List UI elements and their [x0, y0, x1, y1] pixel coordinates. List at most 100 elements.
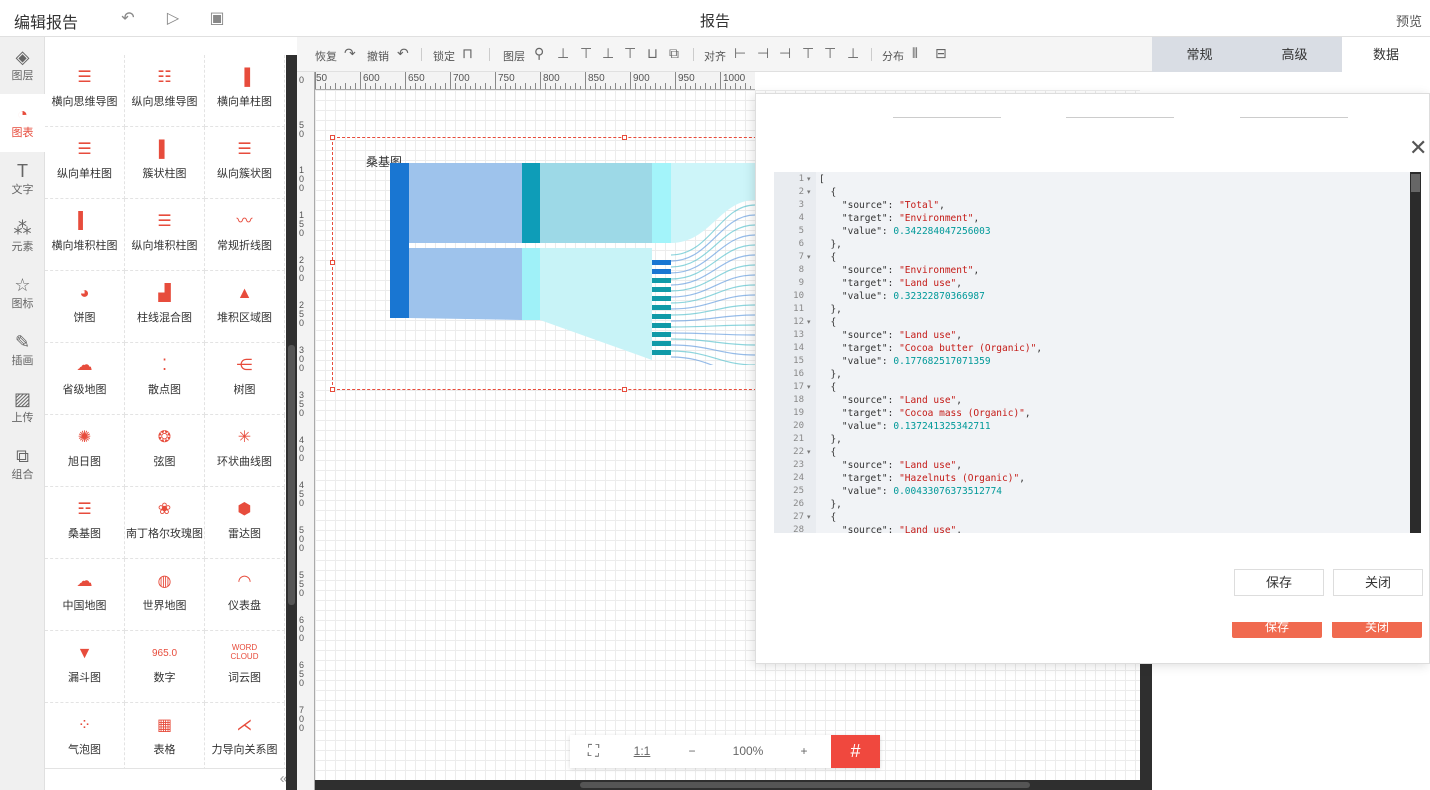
palette-item[interactable]: ▼ 漏斗图	[45, 631, 125, 703]
nav-chart-pie[interactable]: ◔ 图表	[0, 94, 45, 152]
palette-item[interactable]: ⋌ 力导向关系图	[205, 703, 285, 775]
palette-item[interactable]: ⁚ 散点图	[125, 343, 205, 415]
editor-scroll-thumb[interactable]	[1411, 174, 1420, 192]
copy-icon[interactable]: ⧉	[669, 45, 679, 62]
undo-button[interactable]: 撤销	[367, 48, 389, 64]
resize-handle[interactable]	[622, 135, 627, 140]
line-number: 24	[793, 473, 804, 483]
palette-item[interactable]: 965.0 数字	[125, 631, 205, 703]
zoom-out-button[interactable]: −	[667, 735, 717, 768]
palette-item[interactable]: ☲ 桑基图	[45, 487, 125, 559]
palette-item[interactable]: ▍ 横向堆积柱图	[45, 199, 125, 271]
nav-text[interactable]: T 文字	[0, 151, 45, 209]
palette-item[interactable]: ❀ 南丁格尔玫瑰图	[125, 487, 205, 559]
palette-item[interactable]: ✳ 环状曲线图	[205, 415, 285, 487]
palette-item[interactable]: ☰ 纵向单柱图	[45, 127, 125, 199]
resize-handle[interactable]	[330, 135, 335, 140]
palette-scroll-thumb[interactable]	[288, 345, 295, 605]
palette-item[interactable]: ◍ 世界地图	[125, 559, 205, 631]
nav-elements[interactable]: ⁂ 元素	[0, 208, 45, 266]
palette-item[interactable]: 〰常规折线图	[205, 199, 285, 271]
undo-arrow-icon[interactable]: ↶	[397, 45, 409, 62]
distribute-h-icon[interactable]: ⫴	[912, 45, 918, 62]
canvas-scroll-thumb[interactable]	[580, 782, 1030, 788]
close-button-behind[interactable]: 关闭	[1332, 622, 1422, 638]
resize-handle[interactable]	[330, 387, 335, 392]
nav-palette[interactable]: ✎ 插画	[0, 322, 45, 380]
save-button-behind[interactable]: 保存	[1232, 622, 1322, 638]
align-middle-icon[interactable]: ⊤	[824, 45, 836, 62]
fold-icon[interactable]: ▾	[807, 186, 811, 199]
tab-general[interactable]: 常规	[1152, 37, 1247, 72]
layer-group-icon[interactable]: ⚲	[534, 45, 544, 62]
align-top-icon[interactable]: ⊤	[802, 45, 814, 62]
tab-data[interactable]: 数据	[1342, 37, 1430, 72]
china-map-icon: ☁	[76, 573, 93, 590]
grid-icon[interactable]: #	[831, 735, 880, 768]
palette-item[interactable]: ✺ 旭日图	[45, 415, 125, 487]
palette-item[interactable]: ◕ 饼图	[45, 271, 125, 343]
editor-scrollbar[interactable]	[1410, 172, 1421, 533]
palette-item[interactable]: ◠ 仪表盘	[205, 559, 285, 631]
align-bottom-icon[interactable]: ⊥	[847, 45, 859, 62]
lock-button[interactable]: 锁定	[433, 48, 455, 64]
save-button[interactable]: 保存	[1234, 569, 1324, 596]
fold-icon[interactable]: ▾	[807, 446, 811, 459]
resize-handle[interactable]	[330, 260, 335, 265]
tab-advanced[interactable]: 高级	[1247, 37, 1342, 72]
palette-item[interactable]: ▟ 柱线混合图	[125, 271, 205, 343]
palette-item[interactable]: ☰ 纵向簇状图	[205, 127, 285, 199]
fold-icon[interactable]: ▾	[807, 173, 811, 186]
close-button[interactable]: 关闭	[1333, 569, 1423, 596]
palette-item[interactable]: ⋲ 树图	[205, 343, 285, 415]
json-editor[interactable]: 1 ▾ 2 ▾ 3 4 5 6 7 ▾ 8 9 10 11 12 ▾ 13 14 15 16 17 ▾ 18 19 20 21 22…	[774, 172, 1421, 533]
palette-item[interactable]: ⬢ 雷达图	[205, 487, 285, 559]
zoom-in-button[interactable]: +	[779, 735, 829, 768]
palette-item[interactable]: ☰ 横向思维导图	[45, 55, 125, 127]
play-icon[interactable]: ▷	[163, 9, 183, 29]
bring-front-icon[interactable]: ⊥	[557, 45, 569, 62]
palette-item[interactable]: ▐ 横向单柱图	[205, 55, 285, 127]
palette-item[interactable]: ☁ 中国地图	[45, 559, 125, 631]
fold-icon[interactable]: ▾	[807, 381, 811, 394]
palette-item[interactable]: ▦ 表格	[125, 703, 205, 775]
palette-item[interactable]: ❂ 弦图	[125, 415, 205, 487]
fold-icon[interactable]: ▾	[807, 251, 811, 264]
undo-icon[interactable]: ↶	[118, 9, 138, 29]
palette-item[interactable]: ☰ 纵向堆积柱图	[125, 199, 205, 271]
palette-item[interactable]: ▲ 堆积区域图	[205, 271, 285, 343]
resize-handle[interactable]	[622, 387, 627, 392]
align-center-h-icon[interactable]: ⊣	[757, 45, 769, 62]
sankey-link	[670, 324, 755, 328]
canvas-scrollbar[interactable]	[315, 780, 1152, 790]
palette-item[interactable]: ☁ 省级地图	[45, 343, 125, 415]
palette-item[interactable]: WORD CLOUD 词云图	[205, 631, 285, 703]
palette-item[interactable]: ▌ 簇状柱图	[125, 127, 205, 199]
palette-item[interactable]: ☷ 纵向思维导图	[125, 55, 205, 127]
close-icon[interactable]: ✕	[1409, 137, 1427, 159]
preview-button[interactable]: 预览	[1396, 11, 1422, 30]
nav-image-upload[interactable]: ▨ 上传	[0, 379, 45, 437]
fit-screen-icon[interactable]: ⛶	[570, 735, 617, 768]
fold-icon[interactable]: ▾	[807, 511, 811, 524]
nav-group[interactable]: ⧉ 组合	[0, 436, 45, 494]
code-token: },	[819, 239, 842, 250]
send-back-icon[interactable]: ⊤	[624, 45, 636, 62]
delete-icon[interactable]: ⊔	[647, 45, 658, 62]
align-right-icon[interactable]: ⊣	[779, 45, 791, 62]
palette-item[interactable]: ⁘ 气泡图	[45, 703, 125, 775]
nav-label: 上传	[11, 412, 34, 424]
save-icon[interactable]: ▣	[207, 9, 227, 29]
move-up-icon[interactable]: ⊤	[580, 45, 592, 62]
move-down-icon[interactable]: ⊥	[602, 45, 614, 62]
nav-star[interactable]: ☆ 图标	[0, 265, 45, 323]
lock-icon[interactable]: ⊓	[462, 45, 473, 62]
restore-button[interactable]: 恢复	[315, 48, 337, 64]
redo-icon[interactable]: ↷	[344, 45, 356, 62]
distribute-v-icon[interactable]: ⊟	[935, 45, 947, 62]
actual-size-button[interactable]: 1:1	[617, 735, 667, 768]
align-left-icon[interactable]: ⊢	[734, 45, 746, 62]
fold-icon[interactable]: ▾	[807, 316, 811, 329]
palette-scrollbar[interactable]	[286, 55, 297, 790]
nav-layers[interactable]: ◈ 图层	[0, 37, 45, 95]
